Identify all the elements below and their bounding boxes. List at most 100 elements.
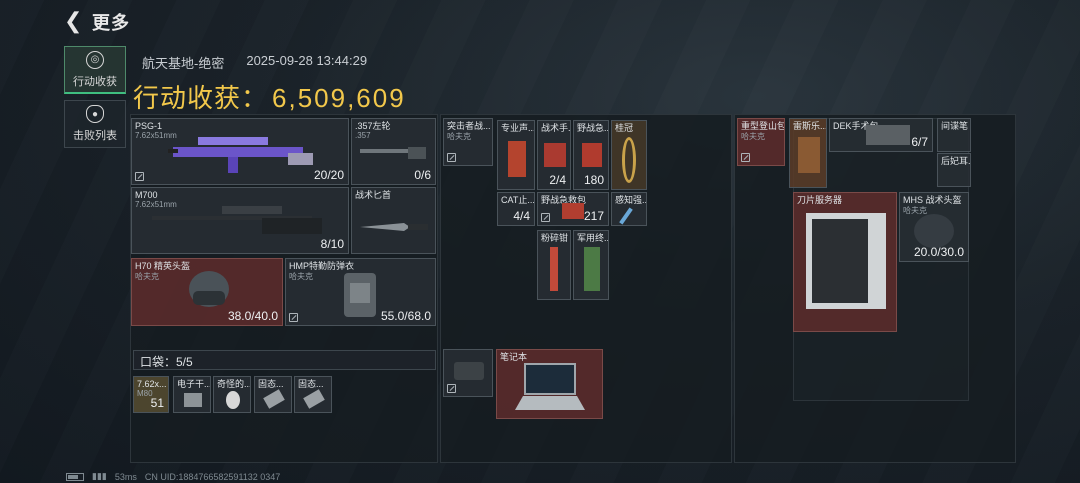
- weapon-slot-1[interactable]: PSG-1 7.62x51mm 20/20: [131, 118, 349, 185]
- helmet-icon: [189, 271, 229, 307]
- bag-item[interactable]: 刀片服务器: [793, 192, 897, 332]
- ammo-count: 0/6: [414, 168, 431, 182]
- first-aid-kit-icon: [562, 203, 584, 219]
- item-name: 粉碎钳: [541, 233, 569, 243]
- item-name: 军用终...: [577, 233, 609, 243]
- blade-server-icon: [806, 213, 886, 309]
- ssd-icon: [303, 389, 325, 409]
- pocket-item[interactable]: 7.62x... M80 51: [133, 376, 169, 413]
- earnings-label: 行动收获：: [133, 83, 269, 113]
- item-name: 战术匕首: [355, 190, 392, 200]
- chest-item[interactable]: 野战急救包 217: [537, 192, 609, 226]
- item-name: 战术手...: [541, 123, 571, 133]
- suppressor-icon: [508, 141, 526, 177]
- chest-rig-slot[interactable]: 突击者战... 哈夫克: [443, 118, 493, 166]
- helmet-slot[interactable]: H70 精英头盔 哈夫克 38.0/40.0: [131, 258, 283, 326]
- lock-icon: [447, 384, 456, 393]
- ammo-count: 20/20: [313, 168, 344, 182]
- bag-item[interactable]: MHS 战术头盔 哈夫克 20.0/30.0: [899, 192, 969, 262]
- item-name: M700: [135, 190, 158, 200]
- pocket-item[interactable]: 奇怪的...: [213, 376, 251, 413]
- skull-icon: ●: [86, 105, 104, 123]
- chest-item[interactable]: 军用终...: [573, 230, 609, 300]
- item-brand: 哈夫克: [447, 132, 471, 141]
- tab-kills[interactable]: ● 击败列表: [64, 100, 126, 148]
- item-brand: 哈夫克: [289, 272, 313, 281]
- item-name: 雷斯乐...: [793, 121, 827, 131]
- ammo-count: 51: [150, 396, 164, 410]
- uses-count: 180: [583, 173, 604, 187]
- chest-item[interactable]: 专业声...: [497, 120, 535, 190]
- pocket-item[interactable]: 电子干...: [173, 376, 211, 413]
- laurel-icon: [622, 137, 636, 183]
- chest-item[interactable]: 感知强...: [611, 192, 647, 226]
- uses-count: 6/7: [911, 135, 928, 149]
- chest-item[interactable]: 战术手... 2/4: [537, 120, 571, 190]
- weapon-slot-pistol[interactable]: .357左轮 .357 0/6: [351, 118, 436, 185]
- terminal-icon: [584, 247, 600, 291]
- item-name: 电子干...: [177, 379, 211, 389]
- item-name: 野战急...: [577, 123, 609, 133]
- item-name: 桂冠: [615, 123, 634, 133]
- first-aid-icon: [582, 143, 602, 167]
- backpack-slot[interactable]: 重型登山包 哈夫克: [737, 118, 785, 166]
- case-icon: [454, 362, 484, 380]
- uses-count: 4/4: [513, 209, 530, 223]
- knife-slot[interactable]: 战术匕首: [351, 187, 436, 254]
- item-name: 刀片服务器: [797, 195, 843, 205]
- durability: 38.0/40.0: [227, 309, 278, 323]
- surgical-kit-icon: [866, 125, 910, 145]
- earnings: 行动收获： 6,509,609: [133, 78, 406, 115]
- ammo-count: 8/10: [320, 237, 344, 251]
- battery-icon: [66, 472, 84, 481]
- earnings-value: 6,509,609: [272, 83, 406, 113]
- syringe-icon: [619, 207, 633, 225]
- item-name: 后妃耳...: [941, 156, 971, 166]
- header: ❮ 更多: [64, 10, 130, 34]
- chevron-left-icon[interactable]: ❮: [64, 10, 84, 32]
- knife-icon: [360, 223, 428, 231]
- pockets-header: 口袋：5/5: [133, 350, 436, 370]
- tab-kills-label: 击败列表: [73, 130, 117, 142]
- bag-item[interactable]: DEK手术包 6/7: [829, 118, 933, 152]
- rifle-icon: [168, 137, 313, 173]
- item-brand: 哈夫克: [741, 132, 765, 141]
- item-name: PSG-1: [135, 121, 163, 131]
- bag-icon: [798, 137, 820, 173]
- lock-icon: [289, 313, 298, 322]
- pliers-icon: [550, 247, 558, 291]
- case-slot[interactable]: [443, 349, 493, 397]
- helmet-icon: [914, 214, 954, 248]
- device-icon: [184, 393, 202, 407]
- lock-icon: [541, 213, 550, 222]
- item-name: 间谍笔: [941, 121, 969, 131]
- uid: CN UID:1884766582591132 0347: [144, 471, 281, 482]
- armor-slot[interactable]: HMP特勤防弹衣 哈夫克 55.0/68.0: [285, 258, 436, 326]
- item-brand: 哈夫克: [135, 272, 159, 281]
- item-name: CAT止...: [501, 195, 535, 205]
- bag-item[interactable]: 间谍笔: [937, 118, 971, 152]
- chest-item[interactable]: 桂冠: [611, 120, 647, 190]
- lock-icon: [741, 153, 750, 162]
- ping: 53ms: [114, 471, 137, 482]
- chest-item[interactable]: 野战急... 180: [573, 120, 609, 190]
- bag-item[interactable]: 后妃耳...: [937, 153, 971, 187]
- lock-icon: [135, 172, 144, 181]
- weapon-slot-2[interactable]: M700 7.62x51mm 8/10: [131, 187, 349, 254]
- laptop-item[interactable]: 笔记本: [496, 349, 603, 419]
- egg-icon: [226, 391, 240, 409]
- chest-item[interactable]: CAT止... 4/4: [497, 192, 535, 226]
- item-name: MHS 战术头盔: [903, 195, 962, 205]
- item-name: H70 精英头盔: [135, 261, 191, 271]
- uses-count: 217: [583, 209, 604, 223]
- tab-loot[interactable]: ◎ 行动收获: [64, 46, 126, 94]
- chest-item[interactable]: 粉碎钳: [537, 230, 571, 300]
- pocket-item[interactable]: 固态...: [254, 376, 292, 413]
- sniper-rifle-icon: [152, 206, 322, 234]
- item-name: 专业声...: [501, 123, 535, 133]
- item-name: 固态...: [298, 379, 324, 389]
- bag-item[interactable]: 雷斯乐...: [789, 118, 827, 188]
- revolver-icon: [360, 147, 426, 159]
- item-name: 固态...: [258, 379, 284, 389]
- pocket-item[interactable]: 固态...: [294, 376, 332, 413]
